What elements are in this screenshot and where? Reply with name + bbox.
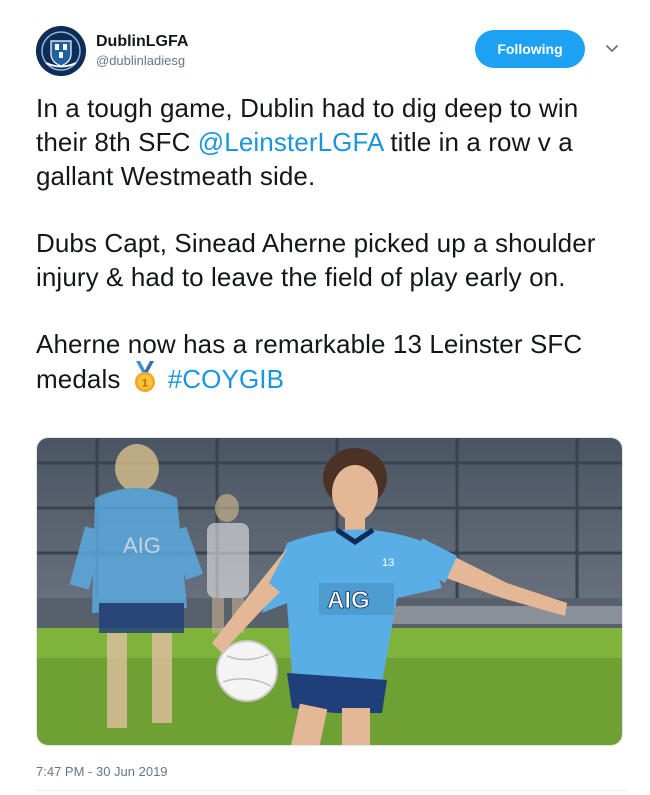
tweet-timestamp[interactable]: 7:47 PM - 30 Jun 2019 <box>36 764 168 779</box>
jersey-number: 13 <box>382 557 394 569</box>
svg-text:1: 1 <box>142 378 148 390</box>
medal-icon: 1 <box>134 361 155 392</box>
football <box>216 640 278 702</box>
handle[interactable]: @dublinladiesg <box>96 52 188 70</box>
match-photo: AIG AIG 13 <box>37 438 622 745</box>
mention-link[interactable]: @LeinsterLGFA <box>198 127 383 157</box>
chevron-down-icon[interactable] <box>602 38 622 58</box>
tweet-paragraph-2: Dubs Capt, Sinead Aherne picked up a sho… <box>36 228 596 292</box>
hashtag-link[interactable]: #COYGIB <box>168 364 284 394</box>
avatar[interactable] <box>36 26 86 76</box>
tweet-text-segment: Aherne now has a remarkable 13 Leinster … <box>36 329 583 394</box>
tweet-photo[interactable]: AIG AIG 13 <box>36 437 623 746</box>
display-name[interactable]: DublinLGFA <box>96 32 188 52</box>
account-names[interactable]: DublinLGFA @dublinladiesg <box>96 32 188 70</box>
divider <box>36 790 626 791</box>
tweet-paragraph-3: Aherne now has a remarkable 13 Leinster … <box>36 327 626 396</box>
tweet-paragraph-1: In a tough game, Dublin had to dig deep … <box>36 91 626 193</box>
following-button[interactable]: Following <box>475 30 585 68</box>
tweet-text: In a tough game, Dublin had to dig deep … <box>36 91 626 396</box>
jersey-sponsor: AIG <box>327 587 370 614</box>
dublin-crest-icon <box>36 26 86 76</box>
tweet-header: DublinLGFA @dublinladiesg Following <box>36 26 626 78</box>
svg-text:AIG: AIG <box>123 533 161 558</box>
